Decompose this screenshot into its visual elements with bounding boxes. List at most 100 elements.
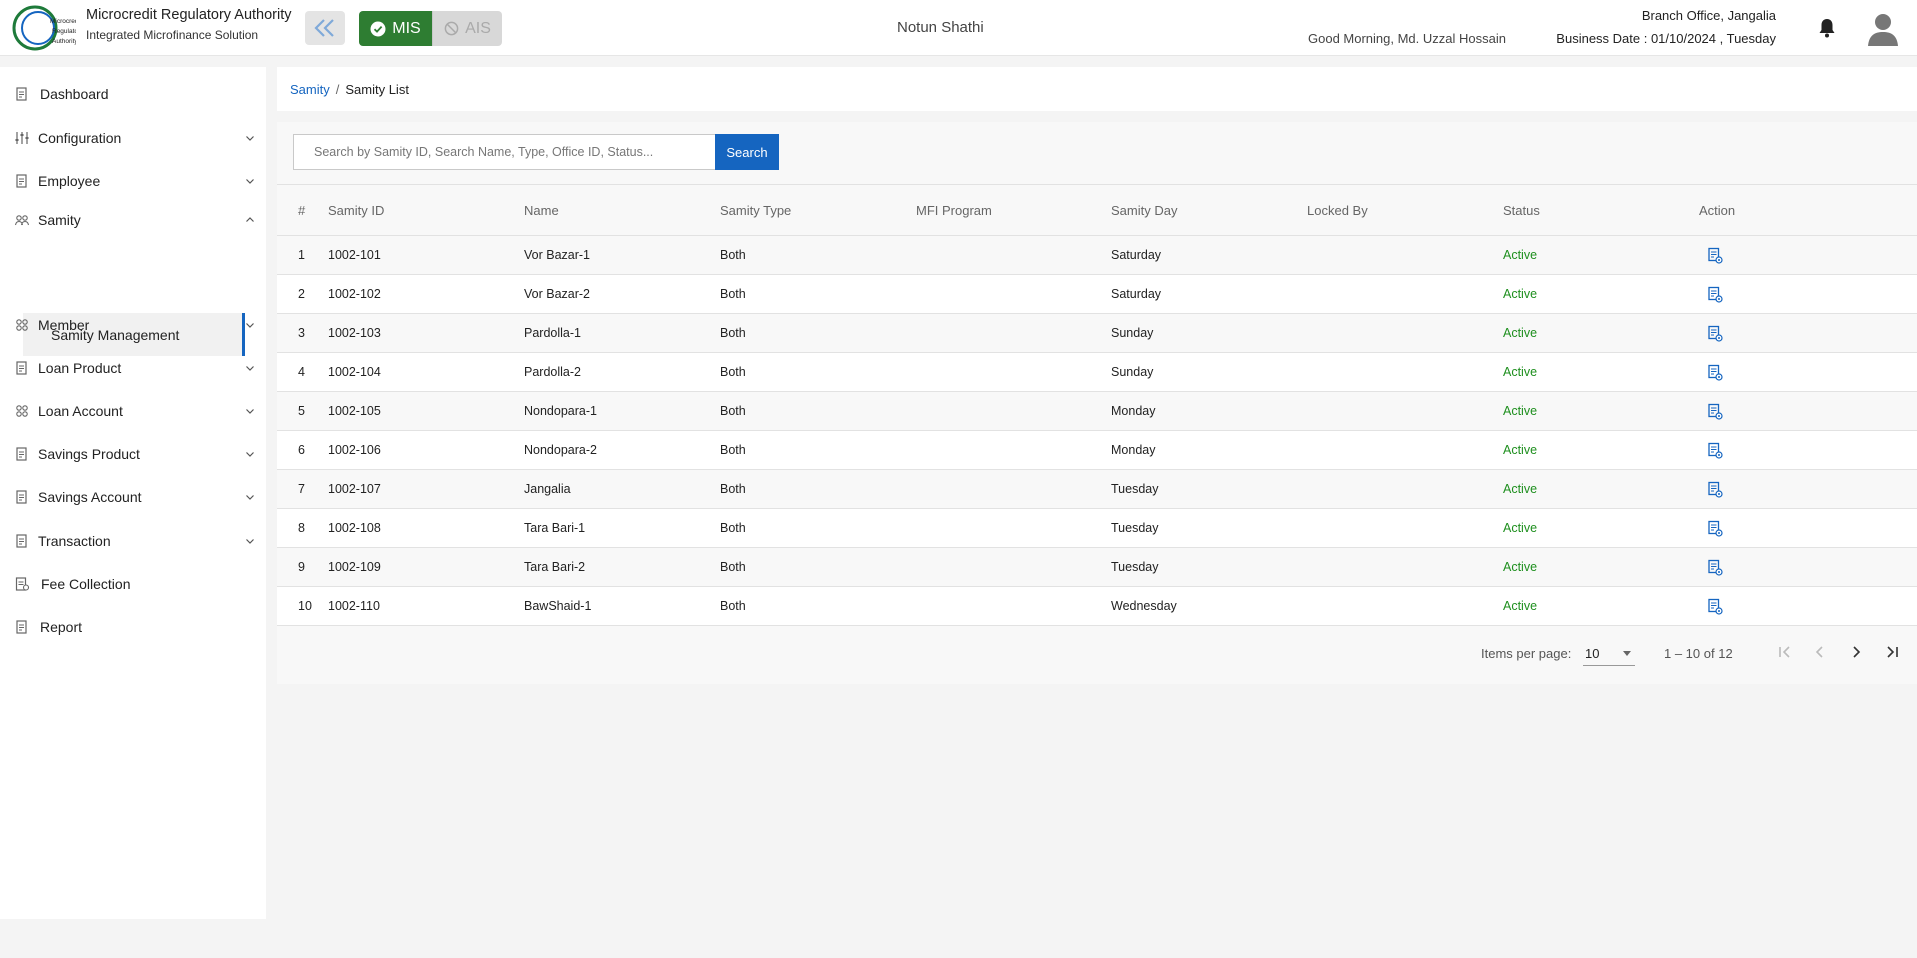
search-input[interactable] bbox=[293, 134, 716, 170]
breadcrumb-samity-link[interactable]: Samity bbox=[290, 82, 330, 97]
sidebar-item-loan-product[interactable]: Loan Product bbox=[0, 353, 266, 383]
members-icon bbox=[16, 405, 28, 417]
table-row: 3 1002-103 Pardolla-1 Both Sunday Active bbox=[277, 314, 1917, 353]
org-subtitle: Integrated Microfinance Solution bbox=[86, 28, 259, 42]
table-cell: Both bbox=[720, 404, 746, 418]
previous-page-button[interactable] bbox=[1808, 640, 1832, 664]
user-avatar-icon[interactable] bbox=[1866, 11, 1900, 47]
table-cell: 3 bbox=[298, 326, 305, 340]
view-details-icon[interactable] bbox=[1707, 598, 1723, 615]
table-cell: Both bbox=[720, 365, 746, 379]
table-cell: Nondopara-1 bbox=[524, 404, 597, 418]
paginator: Items per page: 10 1 – 10 of 12 bbox=[277, 624, 1917, 684]
document-icon bbox=[16, 490, 27, 504]
view-details-icon[interactable] bbox=[1707, 520, 1723, 537]
status-badge: Active bbox=[1503, 599, 1538, 613]
sidebar-item-samity[interactable]: Samity bbox=[0, 205, 266, 235]
mode-switch: MIS AIS bbox=[359, 11, 502, 46]
document-icon bbox=[16, 534, 27, 548]
dropdown-arrow-icon bbox=[1623, 651, 1631, 656]
view-details-icon[interactable] bbox=[1707, 481, 1723, 498]
breadcrumb-current: Samity List bbox=[345, 81, 409, 97]
first-page-button[interactable] bbox=[1773, 640, 1797, 664]
table-row: 9 1002-109 Tara Bari-2 Both Tuesday Active bbox=[277, 548, 1917, 587]
table-cell: 10 bbox=[298, 599, 312, 613]
table-cell: Tuesday bbox=[1111, 482, 1159, 496]
view-details-icon[interactable] bbox=[1707, 325, 1723, 342]
status-badge: Active bbox=[1503, 482, 1538, 496]
sidebar-item-label: Report bbox=[40, 619, 83, 635]
org-title: Microcredit Regulatory Authority bbox=[86, 7, 292, 23]
next-page-button[interactable] bbox=[1844, 640, 1868, 664]
table-row: 2 1002-102 Vor Bazar-2 Both Saturday Active bbox=[277, 275, 1917, 314]
table-cell: 6 bbox=[298, 443, 305, 457]
ais-mode-button[interactable]: AIS bbox=[432, 11, 502, 46]
sidebar-item-report[interactable]: Report bbox=[0, 612, 266, 642]
sidebar-item-savings-account[interactable]: Savings Account bbox=[0, 482, 266, 512]
view-details-icon[interactable] bbox=[1707, 442, 1723, 459]
table-row: 1 1002-101 Vor Bazar-1 Both Saturday Active bbox=[277, 236, 1917, 275]
greeting-text: Good Morning, Md. Uzzal Hossain bbox=[1308, 31, 1506, 46]
svg-text:Microcredit: Microcredit bbox=[50, 18, 76, 25]
table-cell: 1002-107 bbox=[328, 482, 381, 496]
sidebar-item-savings-product[interactable]: Savings Product bbox=[0, 439, 266, 469]
search-button[interactable]: Search bbox=[715, 134, 779, 170]
last-page-button[interactable] bbox=[1880, 640, 1904, 664]
mis-mode-button[interactable]: MIS bbox=[359, 11, 432, 46]
group-icon bbox=[14, 215, 30, 226]
view-details-icon[interactable] bbox=[1707, 247, 1723, 264]
document-icon bbox=[16, 87, 27, 101]
top-header: Microcredit Regulatory Authority Microcr… bbox=[0, 0, 1917, 56]
table-cell: Monday bbox=[1111, 404, 1156, 418]
view-details-icon[interactable] bbox=[1707, 286, 1723, 303]
sidebar-item-employee[interactable]: Employee bbox=[0, 166, 266, 196]
table-cell: Both bbox=[720, 287, 746, 301]
table-cell: Tara Bari-1 bbox=[524, 521, 586, 535]
items-per-page-select[interactable]: 10 bbox=[1583, 640, 1635, 666]
status-badge: Active bbox=[1503, 326, 1538, 340]
table-cell: Tuesday bbox=[1111, 521, 1159, 535]
chevron-down-icon bbox=[246, 323, 254, 328]
table-cell: 1002-106 bbox=[328, 443, 381, 457]
table-cell: 1002-104 bbox=[328, 365, 381, 379]
sidebar-item-fee-collection[interactable]: Fee Collection bbox=[0, 569, 266, 599]
sidebar-item-label: Member bbox=[38, 317, 90, 333]
column-header: MFI Program bbox=[916, 203, 992, 218]
collapse-sidebar-button[interactable] bbox=[305, 11, 345, 45]
table-body: 1 1002-101 Vor Bazar-1 Both Saturday Active 2 1… bbox=[277, 236, 1917, 626]
sidebar-item-dashboard[interactable]: Dashboard bbox=[0, 79, 266, 109]
table-cell: Both bbox=[720, 599, 746, 613]
sidebar-item-configuration[interactable]: Configuration bbox=[0, 123, 266, 153]
view-details-icon[interactable] bbox=[1707, 364, 1723, 381]
sidebar-item-label: Fee Collection bbox=[41, 576, 131, 592]
status-badge: Active bbox=[1503, 404, 1538, 418]
last-page-icon bbox=[1887, 646, 1898, 658]
document-icon bbox=[16, 174, 27, 188]
receipt-icon bbox=[15, 577, 30, 591]
table-cell: 1002-105 bbox=[328, 404, 381, 418]
column-header: Action bbox=[1699, 203, 1736, 218]
table-cell: 8 bbox=[298, 521, 305, 535]
status-badge: Active bbox=[1503, 365, 1538, 379]
table-cell: 1 bbox=[298, 248, 305, 262]
ais-label: AIS bbox=[465, 19, 491, 37]
sidebar-item-member[interactable]: Member bbox=[0, 310, 266, 340]
table-cell: Pardolla-1 bbox=[524, 326, 581, 340]
notification-bell-icon[interactable] bbox=[1818, 18, 1836, 38]
column-header: Status bbox=[1503, 203, 1540, 218]
chevron-down-icon bbox=[246, 136, 254, 141]
view-details-icon[interactable] bbox=[1707, 559, 1723, 576]
table-row: 10 1002-110 BawShaid-1 Both Wednesday Active bbox=[277, 587, 1917, 626]
table-cell: Pardolla-2 bbox=[524, 365, 581, 379]
chevron-down-icon bbox=[246, 366, 254, 371]
sidebar-item-loan-account[interactable]: Loan Account bbox=[0, 396, 266, 426]
view-details-icon[interactable] bbox=[1707, 403, 1723, 420]
sidebar-item-transaction[interactable]: Transaction bbox=[0, 526, 266, 556]
table-cell: Both bbox=[720, 560, 746, 574]
table-cell: Both bbox=[720, 482, 746, 496]
chevron-left-icon bbox=[1815, 646, 1823, 658]
chevron-down-icon bbox=[246, 409, 254, 414]
column-header: Samity Type bbox=[720, 203, 792, 218]
table-cell: 4 bbox=[298, 365, 305, 379]
column-header: Samity Day bbox=[1111, 203, 1178, 218]
